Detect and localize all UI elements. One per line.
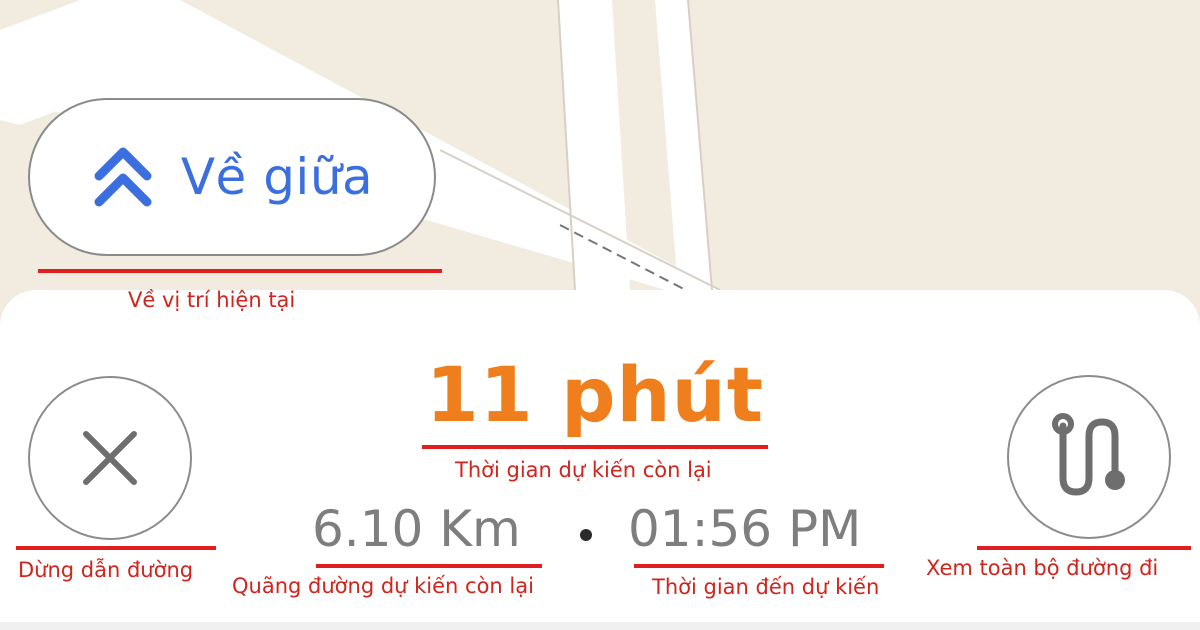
annotation-stop: Dừng dẫn đường <box>18 558 194 582</box>
annotation-distance: Quãng đường dự kiến còn lại <box>232 574 534 598</box>
annotation-overview: Xem toàn bộ đường đi <box>926 556 1159 580</box>
route-overview-icon <box>1049 412 1129 502</box>
annotation-eta: Thời gian dự kiến còn lại <box>455 458 712 482</box>
annotation-underline <box>16 546 216 550</box>
annotation-underline <box>634 564 884 568</box>
close-icon <box>80 428 140 488</box>
annotation-underline <box>977 546 1191 550</box>
recenter-button[interactable]: Về giữa <box>28 98 436 256</box>
separator-dot <box>580 529 592 541</box>
annotation-recenter: Về vị trí hiện tại <box>128 288 296 312</box>
annotation-underline <box>38 269 442 273</box>
annotation-underline <box>316 564 542 568</box>
eta-minutes: 11 phút <box>425 350 765 439</box>
recenter-label: Về giữa <box>180 148 374 206</box>
remaining-distance: 6.10 Km <box>312 500 521 558</box>
route-overview-button[interactable] <box>1007 375 1171 539</box>
stop-navigation-button[interactable] <box>28 376 192 540</box>
annotation-underline <box>422 445 768 449</box>
annotation-arrival: Thời gian đến dự kiến <box>652 575 880 599</box>
double-chevron-up-icon <box>91 142 155 212</box>
arrival-time: 01:56 PM <box>628 500 862 558</box>
panel-bottom-strip <box>0 622 1200 630</box>
